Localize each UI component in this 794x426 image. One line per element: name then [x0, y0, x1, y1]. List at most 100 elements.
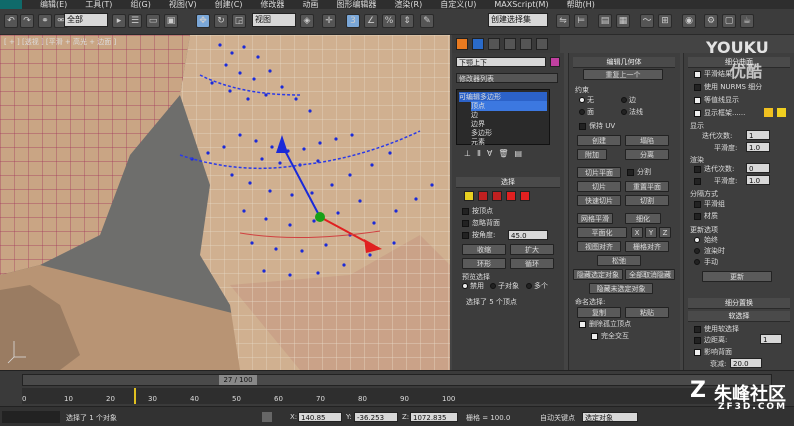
time-slider-thumb[interactable]: 27 / 100 [219, 375, 257, 385]
material-editor-icon[interactable]: ◉ [682, 14, 696, 28]
selection-filter-dropdown[interactable]: 全部 [64, 13, 108, 27]
modifier-stack[interactable]: 可编辑多边形 顶点 边 边界 多边形 元素 [456, 89, 550, 146]
edge-distance-field[interactable]: 1 [760, 334, 782, 344]
update-manually-radio[interactable] [694, 259, 700, 265]
create-tab-icon[interactable] [456, 38, 468, 50]
constraint-none-radio[interactable] [579, 97, 585, 103]
move-icon[interactable]: ✥ [196, 14, 210, 28]
element-mode-icon[interactable] [520, 191, 530, 201]
isoline-display-checkbox[interactable] [694, 97, 701, 104]
render-smoothness-checkbox[interactable] [694, 178, 701, 185]
remove-modifier-icon[interactable]: 🗑 [498, 149, 508, 159]
viewport-label[interactable]: [ + ] [透视 ] [平滑 + 高光 + 边面 ] [4, 37, 116, 47]
full-interactivity-checkbox[interactable] [591, 333, 598, 340]
scale-icon[interactable]: ◲ [232, 14, 246, 28]
motion-tab-icon[interactable] [504, 38, 516, 50]
update-always-radio[interactable] [694, 237, 700, 243]
lock-selection-icon[interactable] [262, 412, 272, 422]
angle-snap-icon[interactable]: ∠ [364, 14, 378, 28]
paste-button[interactable]: 粘贴 [625, 307, 669, 318]
modifier-list-dropdown[interactable]: 修改器列表 [456, 73, 558, 83]
stack-vertex[interactable]: 顶点 [471, 101, 547, 111]
edge-distance-checkbox[interactable] [694, 337, 701, 344]
y-coord-field[interactable]: -36.253 [354, 412, 398, 422]
smoothing-groups-checkbox[interactable] [694, 201, 701, 208]
preserve-uv-checkbox[interactable] [579, 123, 586, 130]
cage-color-1[interactable] [764, 108, 773, 117]
collapse-button[interactable]: 塌陷 [625, 135, 669, 146]
selection-rollout-header[interactable]: 选择 [456, 177, 560, 188]
mirror-icon[interactable]: ⇋ [556, 14, 570, 28]
undo-icon[interactable]: ↶ [4, 14, 18, 28]
auto-key-label[interactable]: 自动关键点 [540, 413, 575, 423]
display-tab-icon[interactable] [520, 38, 532, 50]
hide-selected-button[interactable]: 隐藏选定对象 [573, 269, 623, 280]
constraint-normal-radio[interactable] [621, 109, 627, 115]
materials-checkbox[interactable] [694, 213, 701, 220]
relax-button[interactable]: 松弛 [597, 255, 641, 266]
display-iterations-field[interactable]: 1 [746, 130, 770, 140]
unhide-all-button[interactable]: 全部取消隐藏 [625, 269, 675, 280]
cut-button[interactable]: 切割 [625, 195, 669, 206]
vertex-mode-icon[interactable] [464, 191, 474, 201]
menu-rendering[interactable]: 渲染(R) [394, 0, 422, 9]
link-icon[interactable]: ⚭ [38, 14, 52, 28]
quickslice-button[interactable]: 快速切片 [577, 195, 621, 206]
hierarchy-tab-icon[interactable] [488, 38, 500, 50]
preview-off-radio[interactable] [462, 283, 468, 289]
rotate-icon[interactable]: ↻ [214, 14, 228, 28]
make-unique-icon[interactable]: ∀ [487, 149, 492, 159]
tessellate-button[interactable]: 细化 [625, 213, 661, 224]
select-by-name-icon[interactable]: ☰ [128, 14, 142, 28]
affect-backfacing-checkbox[interactable] [694, 349, 701, 356]
constraint-edge-radio[interactable] [621, 97, 627, 103]
constraint-face-radio[interactable] [579, 109, 585, 115]
render-iterations-field[interactable]: 0 [746, 163, 770, 173]
percent-snap-icon[interactable]: % [382, 14, 396, 28]
menu-modifiers[interactable]: 修改器 [260, 0, 284, 9]
attach-button[interactable]: 附加 [577, 149, 607, 160]
delete-isolated-checkbox[interactable] [579, 321, 586, 328]
snap-icon[interactable]: 3 [346, 14, 360, 28]
detach-button[interactable]: 分离 [625, 149, 669, 160]
menu-maxscript[interactable]: MAXScript(M) [494, 0, 548, 9]
slice-button[interactable]: 切片 [577, 181, 621, 192]
timeline[interactable]: 27 / 100 0 10 20 30 40 50 60 70 80 90 10… [0, 370, 794, 406]
falloff-field[interactable]: 20.0 [730, 358, 762, 368]
menu-create[interactable]: 创建(C) [215, 0, 243, 9]
edit-named-sets-icon[interactable]: ✎ [420, 14, 434, 28]
ring-button[interactable]: 环形 [462, 258, 506, 269]
show-cage-checkbox[interactable] [694, 110, 701, 117]
copy-button[interactable]: 复制 [577, 307, 621, 318]
cage-color-2[interactable] [777, 108, 786, 117]
use-soft-selection-checkbox[interactable] [694, 326, 701, 333]
preview-multi-radio[interactable] [526, 283, 532, 289]
use-nurms-checkbox[interactable] [694, 84, 701, 91]
perspective-viewport[interactable]: [ + ] [透视 ] [平滑 + 高光 + 边面 ] [0, 35, 450, 370]
schematic-icon[interactable]: ⊞ [658, 14, 672, 28]
soft-selection-header[interactable]: 软选择 [688, 311, 790, 322]
edit-geometry-header[interactable]: 编辑几何体 [573, 57, 675, 68]
show-end-result-icon[interactable]: Ⅱ [477, 149, 481, 159]
render-smoothness-field[interactable]: 1.0 [746, 175, 770, 185]
render-iterations-checkbox[interactable] [694, 166, 701, 173]
make-planar-button[interactable]: 平面化 [577, 227, 627, 238]
select-manipulate-icon[interactable]: ✛ [322, 14, 336, 28]
ignore-backfacing-checkbox[interactable] [462, 220, 469, 227]
split-checkbox[interactable] [627, 169, 634, 176]
curve-editor-icon[interactable]: 〜 [640, 14, 654, 28]
menu-customize[interactable]: 自定义(U) [440, 0, 476, 9]
render-setup-icon[interactable]: ⚙ [704, 14, 718, 28]
update-button[interactable]: 更新 [702, 271, 772, 282]
menu-edit[interactable]: 编辑(E) [40, 0, 67, 9]
z-coord-field[interactable]: 1072.835 [410, 412, 458, 422]
polygon-mode-icon[interactable] [506, 191, 516, 201]
display-smoothness-field[interactable]: 1.0 [746, 142, 770, 152]
grow-button[interactable]: 扩大 [510, 244, 554, 255]
planar-y-button[interactable]: Y [645, 227, 657, 238]
align-icon[interactable]: ⊨ [574, 14, 588, 28]
by-vertex-checkbox[interactable] [462, 208, 469, 215]
app-logo[interactable] [0, 0, 22, 9]
menu-tools[interactable]: 工具(T) [85, 0, 112, 9]
subdiv-displacement-header[interactable]: 细分置换 [688, 298, 790, 309]
